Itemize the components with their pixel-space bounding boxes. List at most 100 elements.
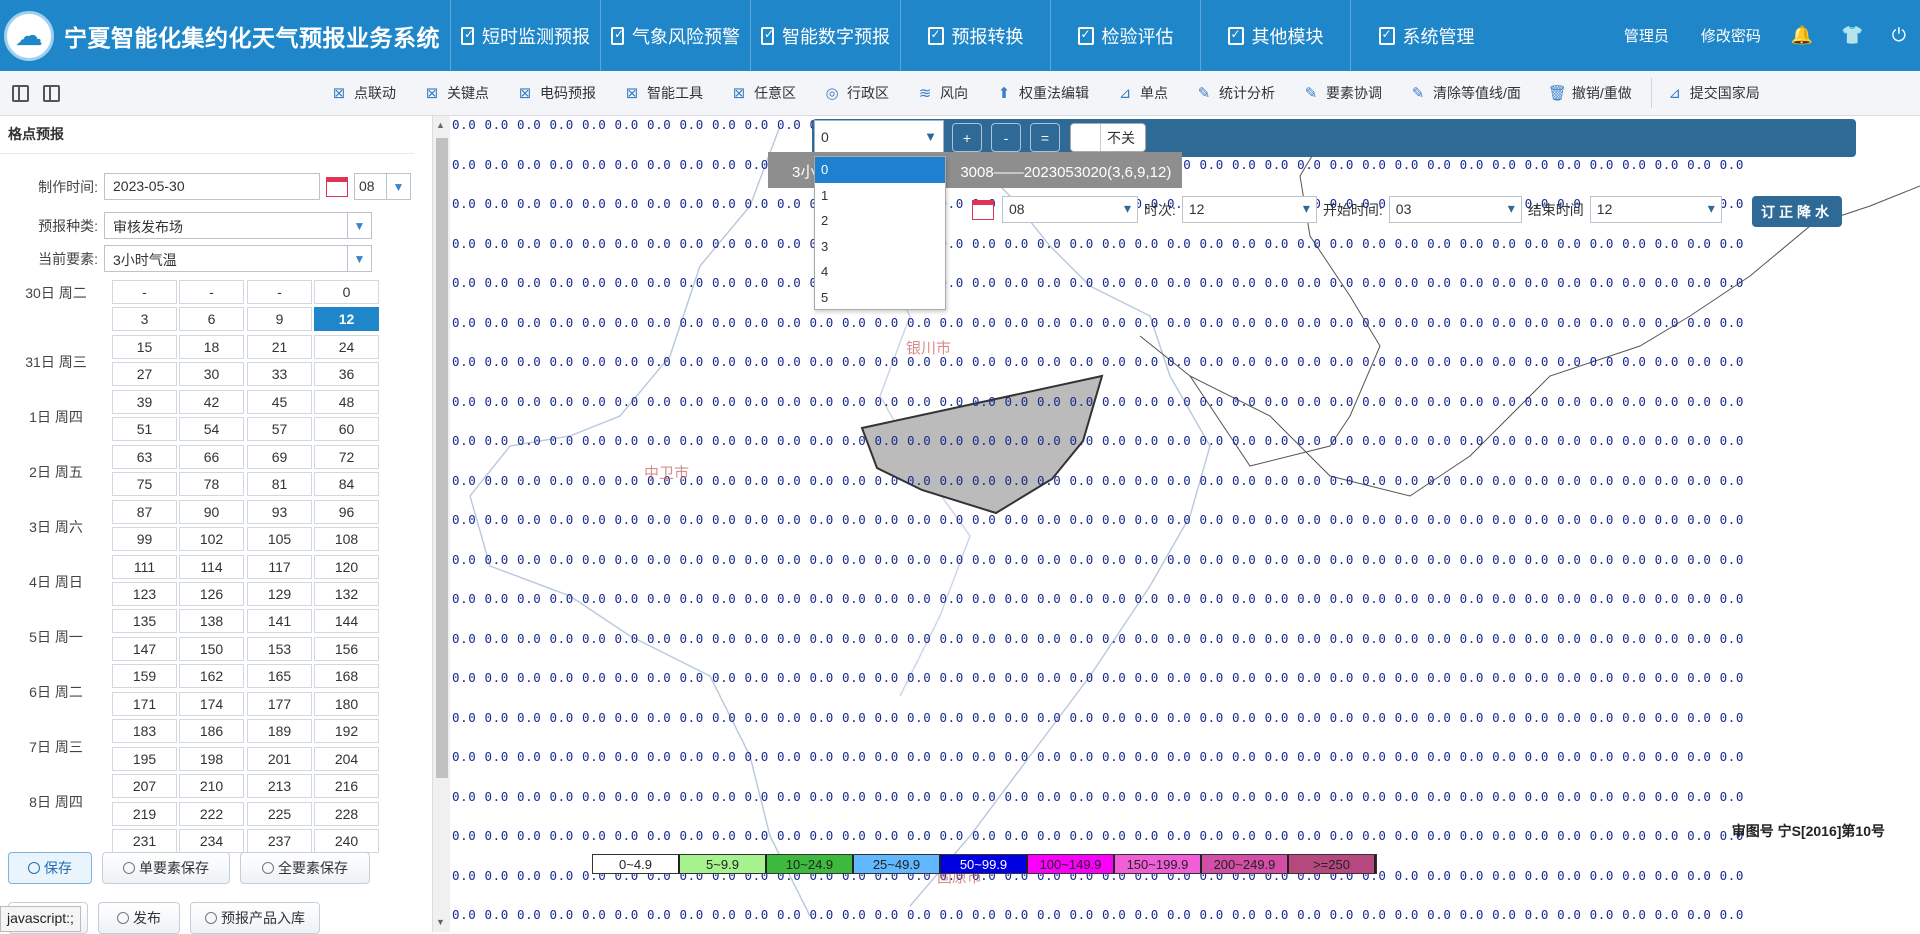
nav-item[interactable]: 气象风险预警 <box>600 0 750 71</box>
dropdown-option[interactable]: 3 <box>815 234 945 260</box>
hour-cell[interactable]: 0 <box>314 280 379 304</box>
hour-cell[interactable]: 72 <box>314 444 379 469</box>
hour-cell[interactable]: 6 <box>179 307 244 332</box>
publish-button[interactable]: 发布 <box>98 902 180 934</box>
hour-cell[interactable]: 54 <box>179 417 244 442</box>
hour-cell[interactable]: 57 <box>247 417 312 442</box>
fix-precip-button[interactable]: 订正降水 <box>1752 196 1842 227</box>
nav-item[interactable]: 其他模块 <box>1200 0 1350 71</box>
dropdown-option[interactable]: 1 <box>815 183 945 209</box>
hour-cell[interactable]: 210 <box>179 774 244 799</box>
hour-cell[interactable]: 81 <box>247 472 312 497</box>
nav-item[interactable]: 检验评估 <box>1050 0 1200 71</box>
hour-cell[interactable]: 201 <box>247 746 312 771</box>
hour-cell[interactable]: 234 <box>179 829 244 853</box>
hour-cell[interactable]: 195 <box>112 746 177 771</box>
scroll-thumb[interactable] <box>436 138 448 778</box>
hour-cell[interactable]: 192 <box>314 719 379 744</box>
hour-cell[interactable]: 12 <box>314 307 379 332</box>
user-name[interactable]: 管理员 <box>1624 25 1669 46</box>
hour-cell[interactable]: 102 <box>179 527 244 552</box>
hour-cell[interactable]: 129 <box>247 581 312 606</box>
save-button[interactable]: 保存 <box>8 852 92 884</box>
scroll-up-icon[interactable]: ▲ <box>436 120 445 130</box>
hour-cell[interactable]: 24 <box>314 334 379 359</box>
make-date-input[interactable]: 2023-05-30 <box>104 173 320 200</box>
calendar-icon[interactable] <box>972 199 994 220</box>
hour-cell[interactable]: 171 <box>112 691 177 716</box>
toolbar-item[interactable]: ⊠ 点联动 <box>330 83 396 103</box>
hour-cell[interactable]: 18 <box>179 334 244 359</box>
hour-cell[interactable]: - <box>247 280 312 304</box>
hour-cell[interactable]: 174 <box>179 691 244 716</box>
toolbar-item[interactable]: ◎ 行政区 <box>823 83 889 103</box>
hour-cell[interactable]: 186 <box>179 719 244 744</box>
hour-cell[interactable]: 228 <box>314 801 379 826</box>
change-password-link[interactable]: 修改密码 <box>1701 25 1761 46</box>
nav-item[interactable]: 系统管理 <box>1350 0 1502 71</box>
toolbar-item[interactable]: ✎ 统计分析 <box>1195 83 1275 103</box>
hour-cell[interactable]: 36 <box>314 362 379 387</box>
element-select[interactable]: 3小时气温 <box>104 245 348 272</box>
hour-cell[interactable]: 183 <box>112 719 177 744</box>
scroll-down-icon[interactable]: ▼ <box>436 917 445 927</box>
hour-cell[interactable]: 69 <box>247 444 312 469</box>
hour-cell[interactable]: 96 <box>314 499 379 524</box>
hour-cell[interactable]: 15 <box>112 334 177 359</box>
hour-cell[interactable]: 198 <box>179 746 244 771</box>
warehouse-button[interactable]: 预报产品入库 <box>190 902 320 934</box>
forecast-type-select[interactable]: 审核发布场 <box>104 212 348 239</box>
minus-button[interactable]: - <box>991 123 1021 152</box>
hour-cell[interactable]: 87 <box>112 499 177 524</box>
nav-item[interactable]: 预报转换 <box>900 0 1050 71</box>
plus-button[interactable]: + <box>952 123 982 152</box>
hour-cell[interactable]: 162 <box>179 664 244 689</box>
chevron-down-icon[interactable]: ▼ <box>348 212 372 239</box>
hour-cell[interactable]: 60 <box>314 417 379 442</box>
layout-alt-icon[interactable] <box>43 84 60 102</box>
map-canvas[interactable]: 0.0 0.0 0.0 0.0 0.0 0.0 0.0 0.0 0.0 0.0 … <box>450 116 1920 932</box>
chevron-down-icon[interactable]: ▼ <box>348 245 372 272</box>
hour-cell[interactable]: 207 <box>112 774 177 799</box>
hour-cell[interactable]: 33 <box>247 362 312 387</box>
hour-select[interactable]: 08 <box>1002 196 1138 223</box>
equals-button[interactable]: = <box>1030 123 1060 152</box>
toolbar-item[interactable]: ⬆ 权重法编辑 <box>995 83 1089 103</box>
hour-cell[interactable]: 222 <box>179 801 244 826</box>
hour-cell[interactable]: 213 <box>247 774 312 799</box>
toolbar-item[interactable]: 🗑 撤销/重做 <box>1548 83 1632 103</box>
hour-cell[interactable]: 111 <box>112 554 177 579</box>
hour-cell[interactable]: 177 <box>247 691 312 716</box>
nav-item[interactable]: 短时监测预报 <box>450 0 600 71</box>
hour-cell[interactable]: 126 <box>179 581 244 606</box>
left-scrollbar[interactable]: ▲ ▼ <box>432 116 450 932</box>
dropdown-option[interactable]: 2 <box>815 208 945 234</box>
hour-cell[interactable]: - <box>112 280 177 304</box>
hour-cell[interactable]: 42 <box>179 389 244 414</box>
hour-cell[interactable]: 21 <box>247 334 312 359</box>
hour-cell[interactable]: 138 <box>179 609 244 634</box>
hour-cell[interactable]: 105 <box>247 527 312 552</box>
power-icon[interactable]: ⏻ <box>1892 25 1906 46</box>
toolbar-item[interactable]: ⊿ 提交国家局 <box>1666 83 1759 103</box>
hour-cell[interactable]: 9 <box>247 307 312 332</box>
toggle-switch[interactable]: 不关 <box>1070 123 1146 152</box>
nav-item[interactable]: 智能数字预报 <box>750 0 900 71</box>
toolbar-item[interactable]: ✎ 要素协调 <box>1302 83 1382 103</box>
save-single-button[interactable]: 单要素保存 <box>102 852 230 884</box>
hour-cell[interactable]: 135 <box>112 609 177 634</box>
value-select[interactable]: 0 ▼ <box>814 120 944 156</box>
hour-cell[interactable]: 144 <box>314 609 379 634</box>
end-time-select[interactable]: 12 <box>1589 196 1722 223</box>
hour-cell[interactable]: 99 <box>112 527 177 552</box>
hour-cell[interactable]: 240 <box>314 829 379 853</box>
hour-cell[interactable]: 180 <box>314 691 379 716</box>
hour-cell[interactable]: 147 <box>112 636 177 661</box>
toolbar-item[interactable]: ✎ 清除等值线/面 <box>1409 83 1521 103</box>
hour-cell[interactable]: 84 <box>314 472 379 497</box>
hour-cell[interactable]: 39 <box>112 389 177 414</box>
calendar-icon[interactable] <box>326 176 348 197</box>
make-hour-select[interactable]: 08 <box>354 173 387 200</box>
hour-cell[interactable]: 237 <box>247 829 312 853</box>
hour-cell[interactable]: 51 <box>112 417 177 442</box>
